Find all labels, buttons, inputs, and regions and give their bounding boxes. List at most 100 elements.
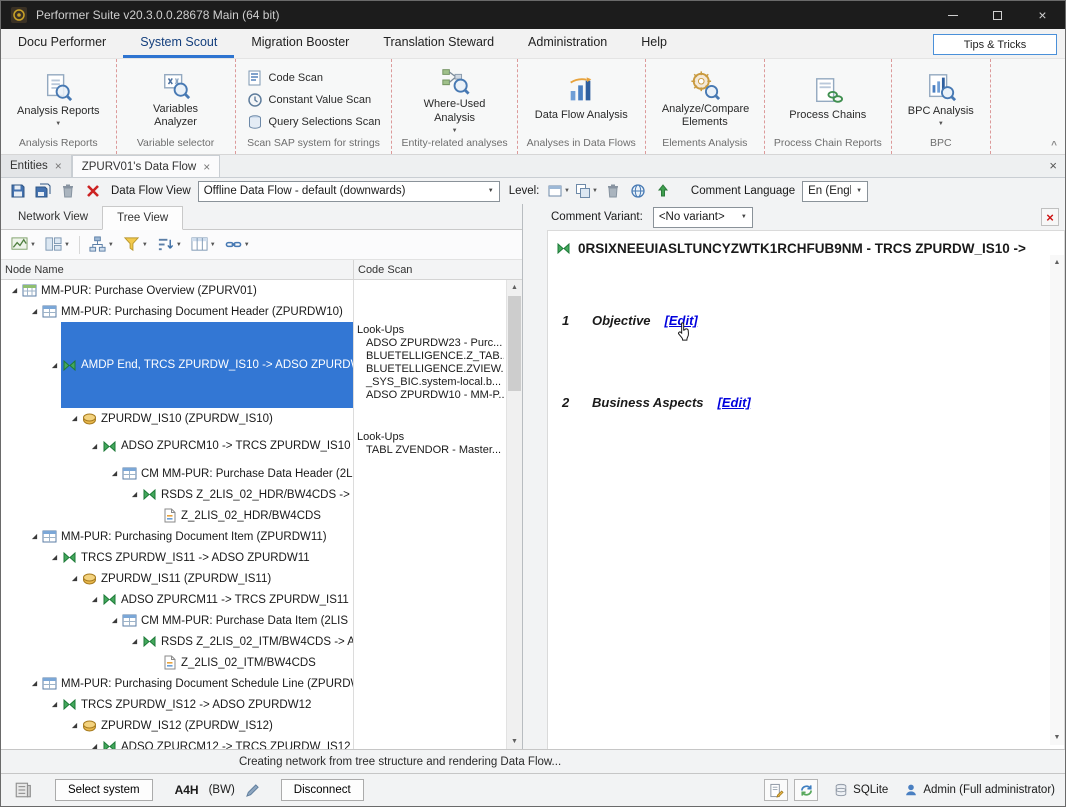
ribbon-button-analyze-compare-elements[interactable]: Analyze/Compare Elements [653,68,757,131]
ribbon-button-process-chains[interactable]: Process Chains [780,74,875,124]
link-button[interactable]: ▼ [222,234,253,255]
tree-node[interactable]: RSDS Z_2LIS_02_HDR/BW4CDS -> [141,484,353,505]
maximize-button[interactable] [975,1,1020,29]
expand-arrow-icon[interactable] [127,631,141,652]
column-chooser-button[interactable]: ▼ [188,234,219,255]
code-scan-item[interactable]: BLUETELLIGENCE.Z_TAB... [357,350,504,363]
close-tab-icon[interactable]: × [203,160,210,174]
code-scan-item[interactable]: _SYS_BIC.system-local.b... [357,376,504,389]
expand-arrow-icon[interactable] [27,526,41,547]
tree-node[interactable]: MM-PUR: Purchase Overview (ZPURV01) [21,280,353,301]
view-tab-network-view[interactable]: Network View [4,205,102,229]
expand-arrow-icon[interactable] [47,694,61,715]
expand-arrow-icon[interactable] [87,429,101,463]
expand-arrow-icon[interactable] [127,484,141,505]
document-tab-entities[interactable]: Entities× [1,155,72,177]
scroll-track[interactable] [507,295,522,734]
tree-node[interactable]: Z_2LIS_02_HDR/BW4CDS [161,505,353,526]
disconnect-button[interactable]: Disconnect [281,779,364,801]
close-tab-icon[interactable]: × [55,159,62,173]
close-button[interactable]: × [1020,1,1065,29]
menu-tab-translation-steward[interactable]: Translation Steward [366,29,511,58]
edit-connection-button[interactable] [241,778,265,802]
scroll-thumb[interactable] [508,296,521,391]
expand-arrow-icon[interactable] [107,463,121,484]
tree-node[interactable]: MM-PUR: Purchasing Document Item (ZPURDW… [41,526,353,547]
minimize-button[interactable] [930,1,975,29]
tree-node[interactable]: ZPURDW_IS10 (ZPURDW_IS10) [81,408,353,429]
ribbon-button-where-used-analysis[interactable]: Where-Used Analysis▼ [403,63,507,135]
window-button[interactable]: ▼ [546,180,571,202]
close-comment-button[interactable]: × [1041,208,1059,226]
tree-scrollbar[interactable]: ▲ ▼ [506,280,522,749]
expand-arrow-icon[interactable] [107,610,121,631]
code-scan-item[interactable]: ADSO ZPURDW23 - Purc... [357,337,504,350]
ribbon-button-data-flow-analysis[interactable]: Data Flow Analysis [526,74,637,124]
menu-tab-administration[interactable]: Administration [511,29,624,58]
collapse-ribbon-button[interactable]: ^ [1051,140,1057,151]
expand-arrow-icon[interactable] [27,673,41,694]
diagram-button[interactable]: ▼ [8,234,39,255]
layout-button[interactable]: ▼ [42,234,73,255]
ribbon-button-code-scan[interactable]: Code Scan [243,69,327,87]
view-tab-tree-view[interactable]: Tree View [102,206,183,230]
comment-variant-combo[interactable]: <No variant>▼ [653,207,753,228]
save-button[interactable] [7,180,29,202]
dropdown-arrow-icon[interactable]: ▼ [851,182,867,201]
ribbon-button-analysis-reports[interactable]: Analysis Reports▼ [8,70,109,129]
remove-red-x-button[interactable] [82,180,104,202]
sort-button[interactable]: ▼ [154,234,185,255]
hierarchy-button[interactable]: ▼ [86,234,117,255]
tree-node[interactable]: ZPURDW_IS12 (ZPURDW_IS12) [81,715,353,736]
tree-node[interactable]: AMDP End, TRCS ZPURDW_IS10 -> ADSO ZPURD… [61,322,353,408]
comment-upload-button[interactable] [652,180,674,202]
expand-arrow-icon[interactable] [47,322,61,408]
menu-tab-system-scout[interactable]: System Scout [123,29,234,58]
tree-node[interactable]: MM-PUR: Purchasing Document Schedule Lin… [41,673,353,694]
code-scan-item[interactable]: TABL ZVENDOR - Master... [357,444,504,457]
data-flow-view-combo[interactable]: Offline Data Flow - default (downwards)▼ [198,181,500,202]
expand-arrow-icon[interactable] [67,408,81,429]
menu-tab-help[interactable]: Help [624,29,684,58]
expand-arrow-icon[interactable] [67,715,81,736]
expand-arrow-icon[interactable] [87,736,101,749]
tree-node[interactable]: TRCS ZPURDW_IS11 -> ADSO ZPURDW11 [61,547,353,568]
expand-arrow-icon[interactable] [47,547,61,568]
ribbon-button-query-selections-scan[interactable]: Query Selections Scan [243,113,385,131]
scroll-up-icon[interactable]: ▲ [1050,255,1064,270]
log-button[interactable] [764,779,788,801]
delete-button[interactable] [57,180,79,202]
refresh-button[interactable] [794,779,818,801]
dropdown-arrow-icon[interactable]: ▼ [483,182,499,201]
menu-tab-docu-performer[interactable]: Docu Performer [1,29,123,58]
tree-node[interactable]: MM-PUR: Purchasing Document Header (ZPUR… [41,301,353,322]
column-header-code-scan[interactable]: Code Scan [354,260,522,279]
tips-tricks-button[interactable]: Tips & Tricks [933,34,1057,55]
tree-node[interactable]: CM MM-PUR: Purchase Data Header (2L [121,463,353,484]
system-list-button[interactable] [11,778,35,802]
save-all-button[interactable] [32,180,54,202]
expand-arrow-icon[interactable] [27,301,41,322]
comment-scrollbar[interactable]: ▲ ▼ [1050,255,1064,745]
comment-language-combo[interactable]: En (English)▼ [802,181,868,202]
expand-arrow-icon[interactable] [7,280,21,301]
column-header-node-name[interactable]: Node Name [1,260,354,279]
tree-node[interactable]: ZPURDW_IS11 (ZPURDW_IS11) [81,568,353,589]
scroll-up-icon[interactable]: ▲ [507,280,522,295]
dropdown-arrow-icon[interactable]: ▼ [736,208,752,227]
tree-node[interactable]: ADSO ZPURCM12 -> TRCS ZPURDW_IS12 [101,736,353,749]
edit-link[interactable]: [Edit] [718,395,751,410]
tree-node[interactable]: RSDS Z_2LIS_02_ITM/BW4CDS -> A [141,631,353,652]
trash-button[interactable] [602,180,624,202]
document-tab-zpurv01-s-data-flow[interactable]: ZPURV01's Data Flow× [72,155,220,177]
tree-node[interactable]: ADSO ZPURCM10 -> TRCS ZPURDW_IS10 [101,429,353,463]
scroll-down-icon[interactable]: ▼ [1050,730,1064,745]
filter-button[interactable]: ▼ [120,234,151,255]
ribbon-button-constant-value-scan[interactable]: Constant Value Scan [243,91,376,109]
ribbon-button-variables-analyzer[interactable]: Variables Analyzer [124,68,228,131]
code-scan-item[interactable]: ADSO ZPURDW10 - MM-P... [357,389,504,402]
tree-node[interactable]: TRCS ZPURDW_IS12 -> ADSO ZPURDW12 [61,694,353,715]
expand-arrow-icon[interactable] [87,589,101,610]
close-document-button[interactable]: × [1049,158,1057,173]
tree-node[interactable]: CM MM-PUR: Purchase Data Item (2LIS [121,610,353,631]
